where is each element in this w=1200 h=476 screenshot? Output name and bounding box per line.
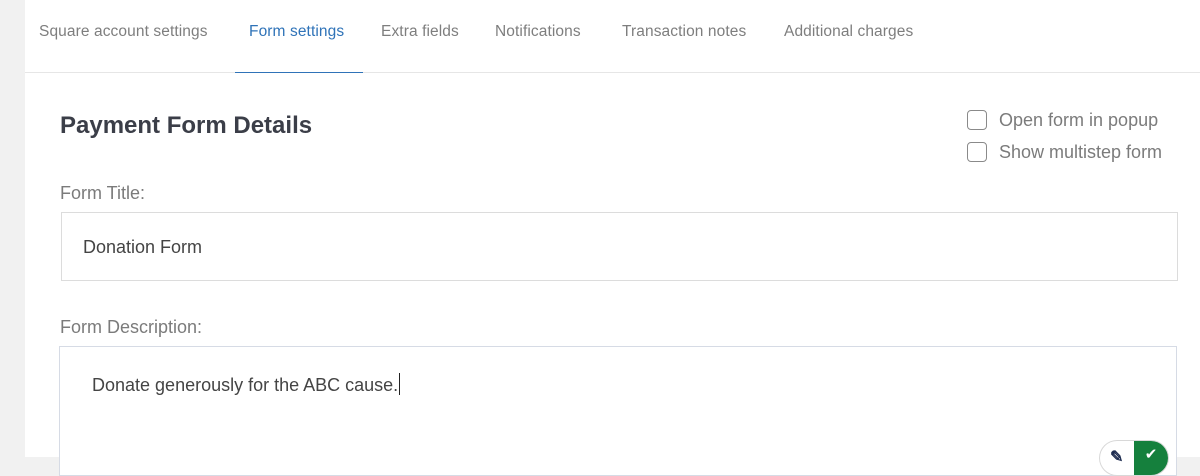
settings-panel: Square account settings Form settings Ex…: [25, 0, 1200, 476]
form-description-label: Form Description:: [60, 317, 203, 337]
section-title: Payment Form Details: [60, 112, 313, 139]
form-title-input[interactable]: Donation Form: [61, 212, 1178, 281]
form-title-label: Form Title:: [60, 183, 146, 203]
settings-tabs: Square account settings Form settings Ex…: [25, 0, 1200, 73]
show-multistep-option[interactable]: Show multistep form: [967, 140, 1162, 164]
tab-form-settings[interactable]: Form settings: [249, 0, 344, 72]
form-title-value[interactable]: Donation Form: [83, 237, 202, 258]
check-icon: ✔: [1134, 441, 1168, 475]
show-multistep-checkbox[interactable]: [967, 142, 987, 162]
tab-square-account-settings[interactable]: Square account settings: [39, 0, 208, 72]
open-in-popup-option[interactable]: Open form in popup: [967, 108, 1158, 132]
tab-notifications[interactable]: Notifications: [495, 0, 581, 72]
form-description-value[interactable]: Donate generously for the ABC cause.: [92, 373, 401, 396]
tab-additional-charges[interactable]: Additional charges: [784, 0, 913, 72]
open-in-popup-label[interactable]: Open form in popup: [999, 110, 1158, 131]
text-caret: [399, 373, 401, 395]
active-tab-indicator: [235, 72, 363, 73]
pen-icon: ✎: [1110, 449, 1124, 466]
show-multistep-label[interactable]: Show multistep form: [999, 142, 1162, 163]
open-in-popup-checkbox[interactable]: [967, 110, 987, 130]
writing-assistant-icon[interactable]: ✎ ✔: [1100, 441, 1168, 475]
tab-transaction-notes[interactable]: Transaction notes: [622, 0, 746, 72]
tab-extra-fields[interactable]: Extra fields: [381, 0, 459, 72]
